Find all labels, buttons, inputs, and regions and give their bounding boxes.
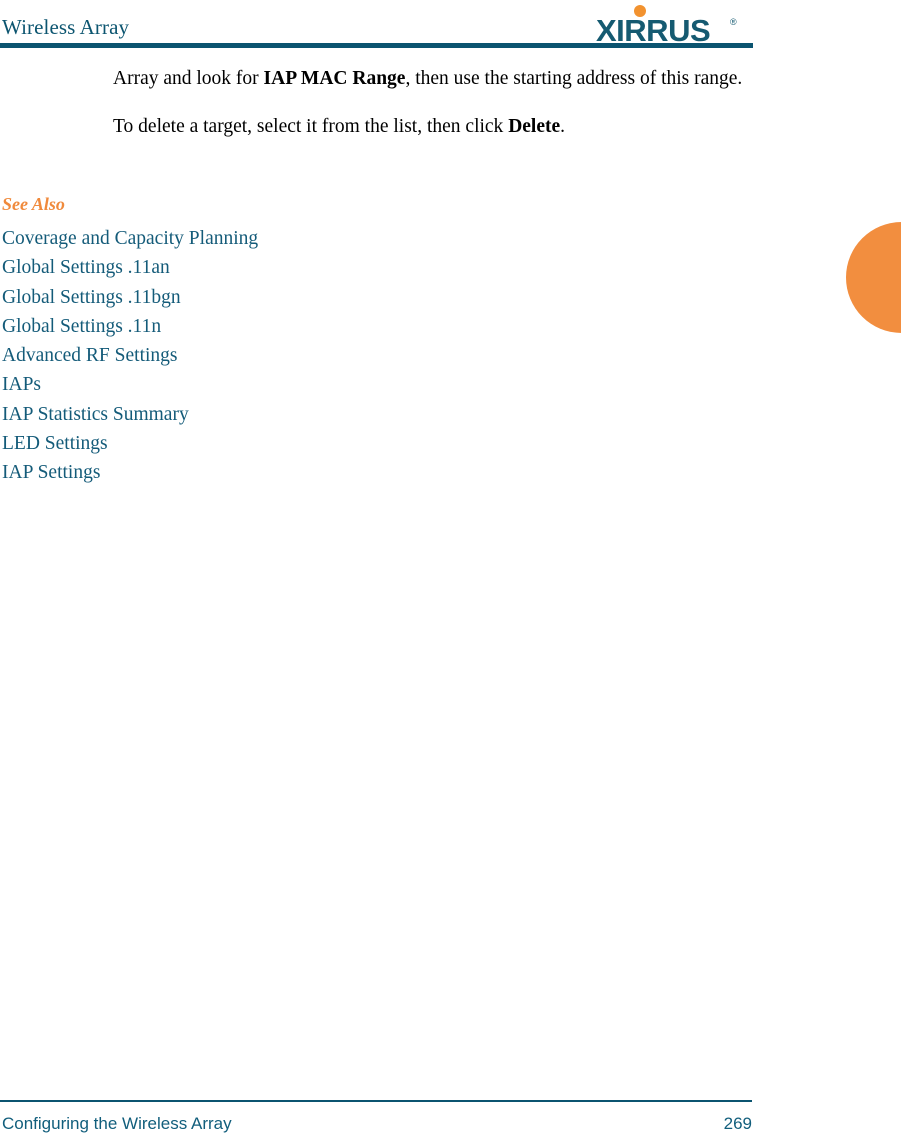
footer-section-title: Configuring the Wireless Array	[2, 1114, 232, 1133]
body-content: Array and look for IAP MAC Range, then u…	[113, 64, 758, 142]
see-also-heading: See Also	[2, 194, 65, 214]
see-also-link[interactable]: LED Settings	[2, 429, 522, 458]
svg-text:XIRRUS: XIRRUS	[596, 13, 710, 43]
see-also-link[interactable]: Advanced RF Settings	[2, 341, 522, 370]
paragraph-iap-mac-range: Array and look for IAP MAC Range, then u…	[113, 64, 758, 94]
see-also-link[interactable]: Coverage and Capacity Planning	[2, 224, 522, 253]
footer-divider	[0, 1100, 752, 1102]
paragraph-1-text-pre: Array and look for	[113, 68, 264, 89]
svg-text:®: ®	[730, 17, 737, 27]
paragraph-2-text-pre: To delete a target, select it from the l…	[113, 116, 509, 137]
see-also-link[interactable]: Global Settings .11bgn	[2, 283, 522, 312]
see-also-link-list: Coverage and Capacity Planning Global Se…	[2, 224, 522, 488]
see-also-link[interactable]: Global Settings .11an	[2, 253, 522, 282]
header-divider	[0, 43, 753, 48]
see-also-link[interactable]: IAPs	[2, 370, 522, 399]
footer-page-number: 269	[723, 1114, 752, 1133]
chapter-edge-tab	[846, 222, 901, 333]
document-page: Wireless Array XIRRUS ® Array and look f…	[0, 0, 901, 1137]
see-also-link[interactable]: Global Settings .11n	[2, 312, 522, 341]
paragraph-delete-target: To delete a target, select it from the l…	[113, 112, 758, 142]
paragraph-2-text-post: .	[560, 116, 566, 137]
see-also-link[interactable]: IAP Statistics Summary	[2, 400, 522, 429]
page-header-title: Wireless Array	[2, 15, 130, 39]
paragraph-1-text-post: , then use the starting address of this …	[405, 68, 743, 89]
paragraph-1-bold-term: IAP MAC Range	[263, 68, 406, 89]
paragraph-2-bold-term: Delete	[508, 116, 561, 137]
xirrus-logo: XIRRUS ®	[596, 5, 756, 43]
see-also-link[interactable]: IAP Settings	[2, 458, 522, 487]
